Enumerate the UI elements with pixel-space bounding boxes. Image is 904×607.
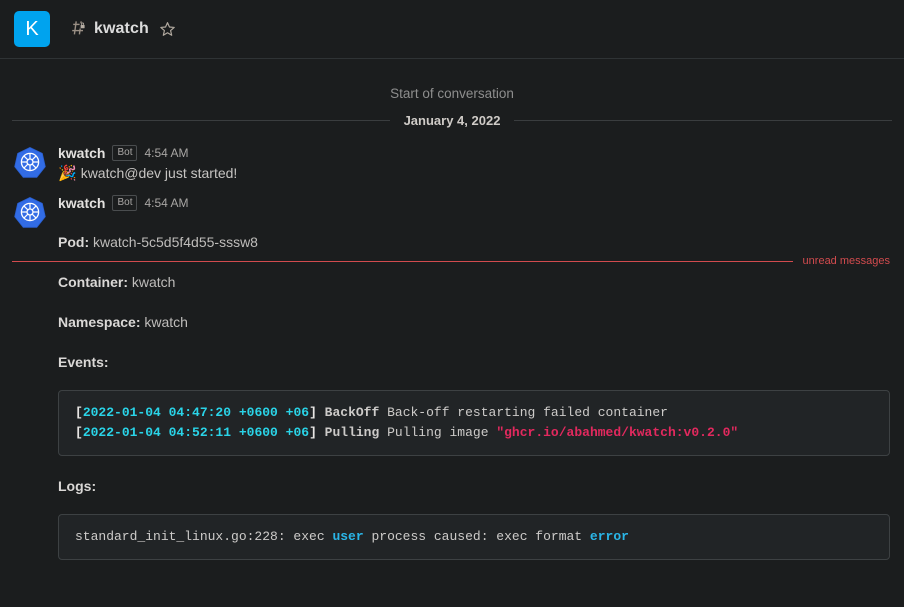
events-line2-image: "ghcr.io/abahmed/kwatch:v0.2.0" bbox=[496, 425, 739, 440]
post-timestamp[interactable]: 4:54 AM bbox=[144, 144, 188, 162]
field-namespace-label: Namespace: bbox=[58, 314, 141, 330]
private-channel-hash-lock-icon bbox=[70, 20, 87, 38]
events-line2-close-bracket: ] bbox=[309, 425, 317, 440]
date-divider-label: January 4, 2022 bbox=[403, 113, 501, 128]
logs-identifier-error: error bbox=[589, 529, 629, 544]
events-line1-close-bracket: ] bbox=[309, 405, 317, 420]
avatar-column bbox=[14, 144, 46, 184]
events-line1-reason: BackOff bbox=[316, 405, 380, 420]
post-timestamp[interactable]: 4:54 AM bbox=[144, 194, 188, 212]
post-username[interactable]: kwatch bbox=[58, 144, 105, 162]
bot-badge: Bot bbox=[112, 145, 138, 161]
field-container: Container: kwatch bbox=[58, 272, 890, 292]
post-body: kwatch Bot 4:54 AM 🎉 kwatch@dev just star… bbox=[46, 144, 890, 184]
kubernetes-logo-icon bbox=[14, 196, 46, 228]
logs-identifier-user: user bbox=[332, 529, 364, 544]
party-popper-emoji-icon: 🎉 bbox=[58, 165, 77, 182]
channel-name: kwatch bbox=[94, 20, 149, 37]
field-events: Events: bbox=[58, 352, 890, 372]
events-line2-reason: Pulling bbox=[316, 425, 380, 440]
message-post[interactable]: kwatch Bot 4:54 AM 🎉 kwatch@dev just star… bbox=[0, 138, 904, 184]
field-logs-label: Logs: bbox=[58, 478, 97, 494]
logs-code-block[interactable]: standard_init_linux.go:228: exec user pr… bbox=[58, 514, 890, 560]
field-events-label: Events: bbox=[58, 354, 109, 370]
field-namespace: Namespace: kwatch bbox=[58, 312, 890, 332]
field-namespace-value: kwatch bbox=[144, 314, 188, 330]
team-avatar[interactable]: K bbox=[14, 11, 50, 47]
post-message-body: kwatch@dev just started! bbox=[80, 165, 238, 181]
events-code-block[interactable]: [2022-01-04 04:47:20 +0600 +06] BackOff … bbox=[58, 390, 890, 456]
events-line1-timestamp: 2022-01-04 04:47:20 +0600 +06 bbox=[82, 405, 310, 420]
events-line1-open-bracket: [ bbox=[75, 405, 83, 420]
start-of-conversation-label: Start of conversation bbox=[390, 86, 514, 101]
events-line2-open-bracket: [ bbox=[75, 425, 83, 440]
field-pod: Pod: kwatch-5c5d5f4d55-sssw8 bbox=[58, 232, 890, 252]
bot-badge: Bot bbox=[112, 195, 138, 211]
post-message-text: 🎉 kwatch@dev just started! bbox=[58, 163, 890, 184]
events-line2-timestamp: 2022-01-04 04:52:11 +0600 +06 bbox=[82, 425, 310, 440]
date-divider: January 4, 2022 bbox=[0, 105, 904, 138]
post-body: kwatch Bot 4:54 AM Pod: kwatch-5c5d5f4d5… bbox=[46, 194, 890, 560]
message-post[interactable]: kwatch Bot 4:54 AM Pod: kwatch-5c5d5f4d5… bbox=[0, 184, 904, 560]
avatar-column bbox=[14, 194, 46, 560]
channel-header: K kwatch bbox=[0, 0, 904, 59]
field-pod-value: kwatch-5c5d5f4d55-sssw8 bbox=[93, 234, 258, 250]
channel-title-block[interactable]: kwatch bbox=[70, 20, 176, 38]
kubernetes-logo-icon bbox=[14, 146, 46, 178]
star-icon[interactable] bbox=[159, 21, 176, 38]
date-divider-rule-left bbox=[12, 120, 390, 121]
post-username[interactable]: kwatch bbox=[58, 194, 105, 212]
events-line2-message: Pulling image bbox=[379, 425, 497, 440]
message-list: Start of conversation January 4, 2022 kw… bbox=[0, 59, 904, 560]
logs-part-1: standard_init_linux.go:228: exec bbox=[75, 529, 333, 544]
post-meta: kwatch Bot 4:54 AM bbox=[58, 194, 890, 212]
post-meta: kwatch Bot 4:54 AM bbox=[58, 144, 890, 162]
logs-part-2: process caused: exec format bbox=[363, 529, 590, 544]
events-line1-message: Back-off restarting failed container bbox=[379, 405, 668, 420]
team-avatar-letter: K bbox=[25, 17, 39, 40]
date-divider-rule-right bbox=[514, 120, 893, 121]
field-pod-label: Pod: bbox=[58, 234, 90, 250]
field-logs: Logs: bbox=[58, 476, 890, 496]
field-container-label: Container: bbox=[58, 274, 128, 290]
field-container-value: kwatch bbox=[131, 274, 176, 290]
